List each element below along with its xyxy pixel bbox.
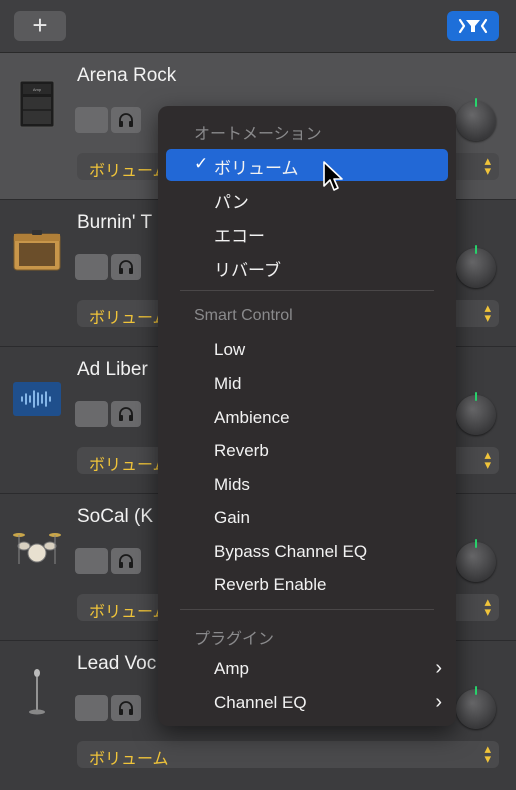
menu-item-label: Low <box>214 340 246 359</box>
headphones-icon <box>119 554 133 568</box>
automation-parameter-label: ボリューム <box>89 457 169 474</box>
automation-parameter-label: ボリューム <box>89 163 169 180</box>
headphones-icon <box>119 113 133 127</box>
menu-item-ambience[interactable]: Ambience <box>166 403 448 435</box>
headphones-icon <box>119 260 133 274</box>
headphones-button[interactable] <box>111 548 141 574</box>
menu-item-bypass-channel-eq[interactable]: Bypass Channel EQ <box>166 537 448 569</box>
track-name[interactable]: Lead Voc <box>77 653 156 675</box>
record-enable-button[interactable] <box>75 401 105 427</box>
menu-item-label: ボリューム <box>214 159 299 178</box>
menu-item-label: パン <box>214 193 249 212</box>
checkmark-icon: ✓ <box>194 154 209 173</box>
headphones-button[interactable] <box>111 107 141 133</box>
menu-item-label: Reverb <box>214 441 269 460</box>
automation-parameter-label: ボリューム <box>89 604 169 621</box>
menu-item-label: Gain <box>214 508 250 527</box>
mouse-pointer-icon <box>323 161 343 191</box>
menu-item-label: Ambience <box>214 408 290 427</box>
menu-item-reverb-send[interactable]: リバーブ <box>166 251 448 283</box>
menu-separator <box>180 609 434 610</box>
headphones-button[interactable] <box>111 695 141 721</box>
menu-item-pan[interactable]: パン <box>166 183 448 215</box>
record-enable-button[interactable] <box>75 695 105 721</box>
track-toolbar: + <box>0 0 516 53</box>
menu-item-label: Amp <box>214 659 249 678</box>
audio-waveform-icon <box>12 373 62 423</box>
automation-parameter-menu: オートメーション ✓ ボリューム パン エコー リバーブ Smart Contr… <box>158 106 456 726</box>
chevron-up-down-icon: ▴ ▾ <box>484 447 491 472</box>
headphones-icon <box>119 407 133 421</box>
headphones-button[interactable] <box>111 254 141 280</box>
menu-section-automation: オートメーション <box>194 126 322 143</box>
volume-knob[interactable] <box>456 98 496 141</box>
menu-item-label: Bypass Channel EQ <box>214 542 368 561</box>
record-enable-button[interactable] <box>75 254 105 280</box>
combo-amp-icon <box>12 226 62 276</box>
microphone-icon <box>12 667 62 717</box>
track-name[interactable]: Burnin' T <box>77 212 152 234</box>
headphones-button[interactable] <box>111 401 141 427</box>
automation-parameter-label: ボリューム <box>89 310 169 327</box>
chevron-up-down-icon: ▴ ▾ <box>484 300 491 325</box>
chevron-up-down-icon: ▴ ▾ <box>484 741 491 766</box>
menu-item-amp[interactable]: Amp › <box>166 654 448 686</box>
chevron-up-down-icon: ▴ ▾ <box>484 594 491 619</box>
menu-item-mids[interactable]: Mids <box>166 470 448 502</box>
menu-section-plugins: プラグイン <box>194 631 275 648</box>
chevron-up-down-icon: ▴ ▾ <box>484 153 491 178</box>
menu-item-low[interactable]: Low <box>166 335 448 367</box>
volume-knob[interactable] <box>456 686 496 729</box>
menu-item-label: Mid <box>214 374 242 393</box>
record-enable-button[interactable] <box>75 107 105 133</box>
menu-item-echo[interactable]: エコー <box>166 217 448 249</box>
menu-item-reverb[interactable]: Reverb <box>166 436 448 468</box>
svg-text:Amp: Amp <box>33 87 42 92</box>
menu-item-label: Channel EQ <box>214 693 307 712</box>
menu-item-volume[interactable]: ✓ ボリューム <box>166 149 448 181</box>
tracks-panel: + Amp Arena Rock ボリューム ▴ ▾ Burnin' T ボリュ… <box>0 0 516 790</box>
track-filter-icon <box>458 18 488 34</box>
menu-item-mid[interactable]: Mid <box>166 369 448 401</box>
plus-icon: + <box>32 10 48 40</box>
record-enable-button[interactable] <box>75 548 105 574</box>
add-track-button[interactable]: + <box>14 11 66 41</box>
chevron-right-icon: › <box>435 691 442 713</box>
volume-knob[interactable] <box>456 392 496 435</box>
menu-item-label: リバーブ <box>214 261 281 280</box>
volume-knob[interactable] <box>456 539 496 582</box>
volume-knob[interactable] <box>456 245 496 288</box>
track-name[interactable]: Arena Rock <box>77 65 176 87</box>
menu-item-label: Mids <box>214 475 250 494</box>
track-name[interactable]: SoCal (K <box>77 506 153 528</box>
menu-section-smart-control: Smart Control <box>194 307 293 324</box>
menu-item-gain[interactable]: Gain <box>166 503 448 535</box>
track-filter-button[interactable] <box>447 11 499 41</box>
amp-stack-icon: Amp <box>12 79 62 129</box>
menu-item-label: Reverb Enable <box>214 575 327 594</box>
menu-item-reverb-enable[interactable]: Reverb Enable <box>166 570 448 602</box>
menu-item-channel-eq[interactable]: Channel EQ › <box>166 688 448 720</box>
menu-separator <box>180 290 434 291</box>
drum-kit-icon <box>12 520 62 570</box>
chevron-right-icon: › <box>435 657 442 679</box>
headphones-icon <box>119 701 133 715</box>
track-name[interactable]: Ad Liber <box>77 359 148 381</box>
menu-item-label: エコー <box>214 227 265 246</box>
automation-parameter-label: ボリューム <box>89 751 169 768</box>
automation-parameter-select[interactable]: ボリューム ▴ ▾ <box>77 741 499 768</box>
